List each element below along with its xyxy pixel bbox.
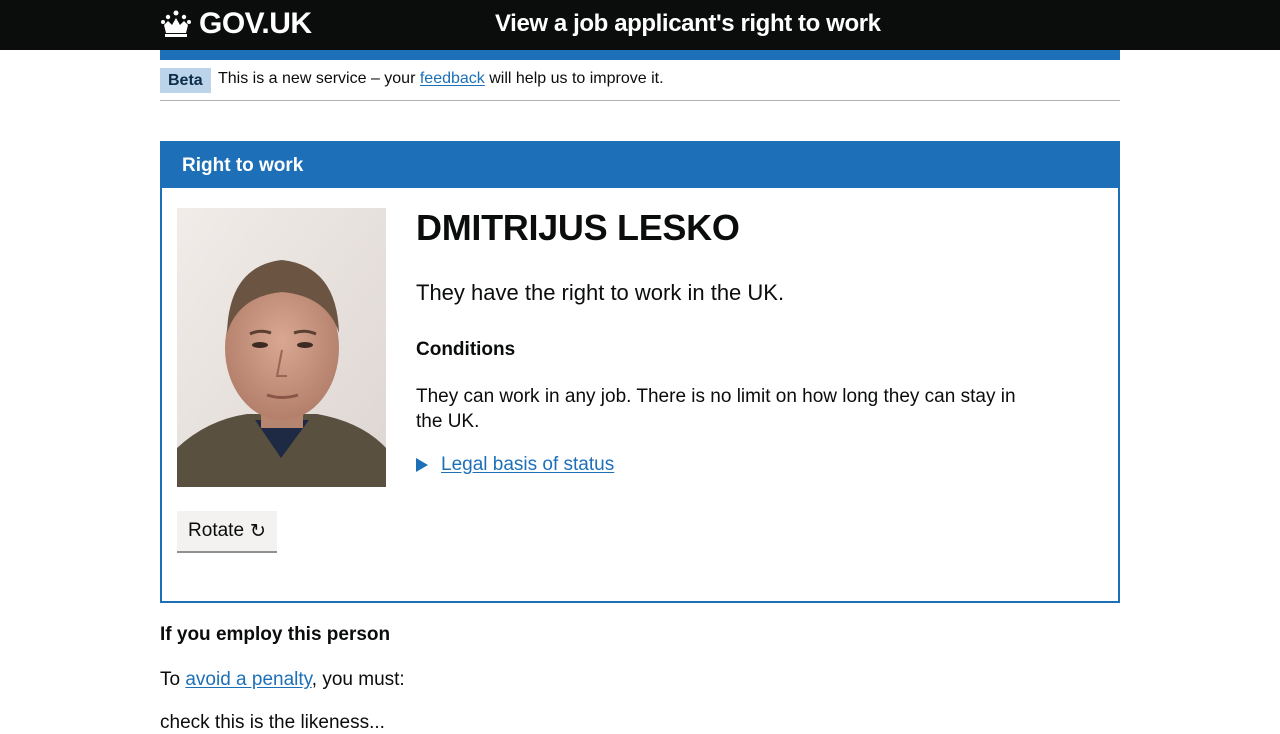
employer-heading: If you employ this person — [160, 624, 391, 645]
rotate-button[interactable]: Rotate ↻ — [177, 511, 277, 551]
phase-banner-text: This is a new service – your feedback wi… — [218, 70, 664, 88]
legal-basis-summary[interactable]: Legal basis of status — [441, 454, 614, 476]
feedback-link[interactable]: feedback — [420, 70, 485, 87]
expand-triangle-icon[interactable] — [416, 458, 428, 472]
phase-text-before: This is a new service – your — [218, 70, 420, 87]
legal-basis-details[interactable]: Legal basis of status — [416, 454, 614, 476]
govuk-header: GOV.UK View a job applicant's right to w… — [0, 0, 1280, 50]
penalty-text-before: To — [160, 669, 186, 690]
rotate-label: Rotate — [188, 520, 245, 541]
govuk-logo-link[interactable]: GOV.UK — [160, 6, 312, 42]
rotate-icon: ↻ — [250, 520, 266, 542]
phase-text-after: will help us to improve it. — [484, 70, 664, 87]
panel-title: Right to work — [182, 155, 304, 176]
phase-banner: Beta This is a new service – your feedba… — [160, 60, 1120, 101]
service-name[interactable]: View a job applicant's right to work — [495, 10, 881, 38]
panel-header: Right to work — [162, 143, 1118, 188]
header-accent-bar — [160, 50, 1120, 60]
applicant-name: DMITRIJUS LESKO — [416, 207, 740, 248]
list-item: check this is the likeness... — [160, 712, 385, 733]
logo-text: GOV.UK — [199, 7, 312, 40]
right-to-work-status: They have the right to work in the UK. — [416, 280, 785, 305]
right-to-work-panel: Right to work Rotate ↻ DMITRIJUS LESKO T… — [160, 141, 1120, 603]
crown-icon — [161, 10, 191, 37]
conditions-heading: Conditions — [416, 339, 516, 360]
penalty-paragraph: To avoid a penalty, you must: — [160, 669, 405, 691]
avoid-penalty-link[interactable]: avoid a penalty — [185, 669, 311, 690]
phase-tag: Beta — [160, 68, 211, 93]
penalty-text-after: , you must: — [311, 669, 405, 690]
applicant-photo-image — [177, 208, 386, 487]
applicant-photo — [177, 208, 386, 487]
conditions-text: They can work in any job. There is no li… — [416, 386, 1016, 432]
